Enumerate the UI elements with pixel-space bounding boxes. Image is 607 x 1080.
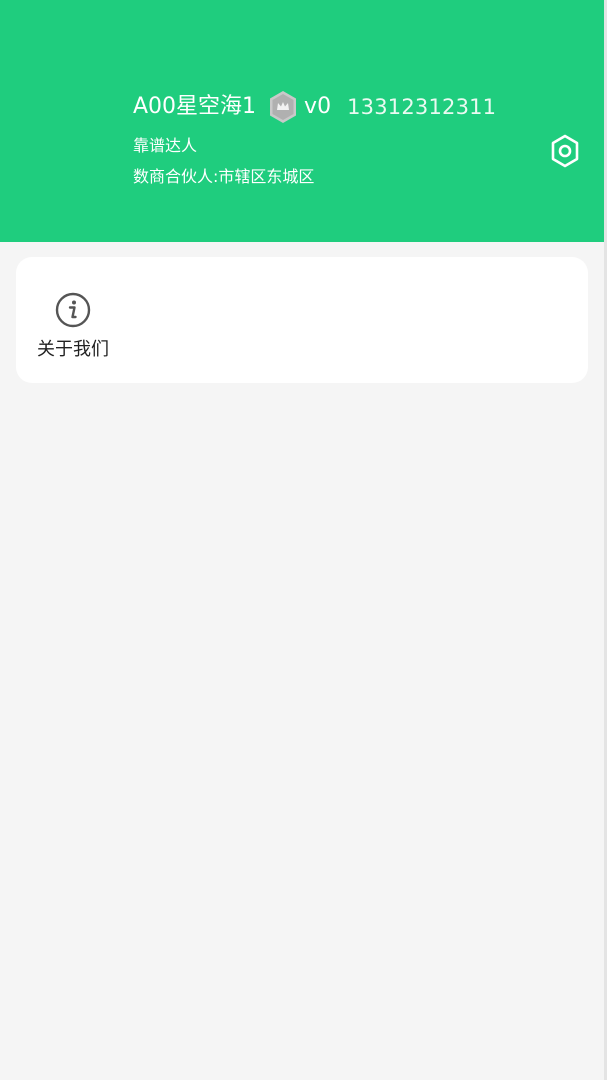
hexagon-gear-icon xyxy=(551,134,579,168)
profile-header: A00星空海1 v0 13312312311 靠谱达人 数商合伙人:市辖区东城区 xyxy=(0,0,604,242)
shield-crown-icon xyxy=(268,90,298,124)
profile-info-row: A00星空海1 v0 13312312311 xyxy=(133,88,496,126)
info-circle-icon xyxy=(54,291,92,329)
user-name: A00星空海1 xyxy=(133,94,257,119)
partner-region: 数商合伙人:市辖区东城区 xyxy=(133,167,315,186)
level-label: v0 xyxy=(304,94,332,119)
user-title: 靠谱达人 xyxy=(133,136,198,155)
about-us-label: 关于我们 xyxy=(37,339,109,360)
profile-page: A00星空海1 v0 13312312311 靠谱达人 数商合伙人:市辖区东城区 xyxy=(0,0,607,1080)
about-us-item[interactable]: 关于我们 xyxy=(32,287,114,367)
phone-number: 13312312311 xyxy=(347,95,497,119)
settings-button[interactable] xyxy=(548,133,582,169)
menu-card: 关于我们 xyxy=(16,257,588,383)
